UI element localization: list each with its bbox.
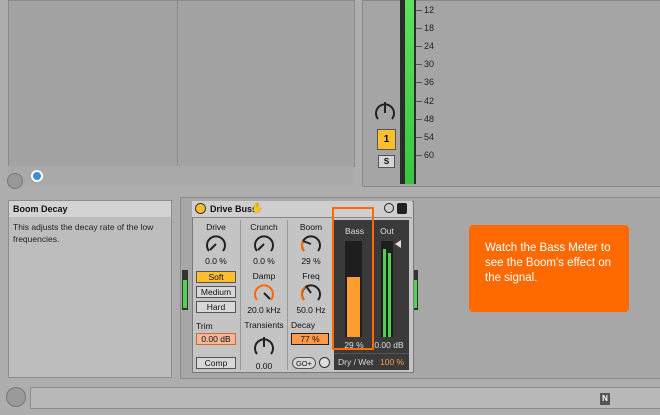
clip-fold-icon[interactable] <box>7 173 23 189</box>
help-view-icon[interactable] <box>6 387 26 407</box>
panel-footer <box>8 166 353 186</box>
boom-label: Boom <box>299 222 323 232</box>
pan-knob[interactable] <box>374 98 396 124</box>
transients-label: Transients <box>244 320 284 330</box>
boom-value: 29 % <box>301 256 321 266</box>
out-level-slider[interactable] <box>395 240 401 248</box>
trim-label: Trim <box>196 321 213 331</box>
medium-mode-button[interactable]: Medium <box>196 286 236 298</box>
db-label: 48 <box>424 113 435 124</box>
freq-knob[interactable] <box>300 282 322 304</box>
db-label: 18 <box>424 23 435 34</box>
hot-swap-icon[interactable] <box>384 203 394 213</box>
device-name: Drive Buss <box>210 204 258 214</box>
goplus-button[interactable]: GO+ <box>292 357 316 369</box>
trim-value-field[interactable]: 0.00 dB <box>196 333 236 345</box>
crunch-value: 0.0 % <box>253 256 275 266</box>
db-label: 60 <box>424 149 435 160</box>
db-tick <box>416 154 422 156</box>
db-tick <box>416 28 422 30</box>
freq-label: Freq <box>302 271 320 281</box>
device-power-icon[interactable] <box>195 203 206 214</box>
db-label: 12 <box>424 5 435 15</box>
device-indicator-icon[interactable] <box>31 170 43 182</box>
info-view: Boom Decay This adjusts the decay rate o… <box>8 200 172 378</box>
decay-value-field[interactable]: 77 % <box>291 333 329 345</box>
freq-value: 50.0 Hz <box>296 305 326 315</box>
arrangement-panel <box>8 0 355 167</box>
db-tick <box>416 46 422 48</box>
db-tick <box>416 100 422 102</box>
column-divider <box>287 220 288 370</box>
db-tick <box>416 136 422 138</box>
track-meter-fill <box>405 0 414 184</box>
save-preset-icon[interactable] <box>397 203 407 214</box>
db-label: 24 <box>424 41 435 52</box>
transients-value: 0.00 <box>255 361 273 371</box>
db-label: 54 <box>424 131 435 142</box>
chain-input-meter <box>182 270 188 310</box>
drive-value: 0.0 % <box>205 256 227 266</box>
hard-mode-button[interactable]: Hard <box>196 301 236 313</box>
drywet-value[interactable]: 100 % <box>380 357 408 367</box>
drywet-label: Dry / Wet <box>338 357 374 367</box>
damp-value: 20.0 kHz <box>247 305 281 315</box>
transients-knob[interactable] <box>253 334 275 360</box>
track-activator-button[interactable]: 1 <box>377 129 396 150</box>
crunch-knob[interactable] <box>253 233 275 255</box>
bass-meter-highlight <box>332 207 374 350</box>
tutorial-callout: Watch the Bass Meter to see the Boom's e… <box>469 225 629 312</box>
damp-knob[interactable] <box>253 282 275 304</box>
column-divider <box>240 220 241 370</box>
status-bar <box>30 387 660 409</box>
hand-icon: ✋ <box>251 203 264 214</box>
out-value: 0.00 dB <box>374 340 404 350</box>
db-tick <box>416 10 422 11</box>
panel-divider <box>177 1 178 166</box>
comp-button[interactable]: Comp <box>196 357 236 369</box>
out-meter <box>381 241 393 337</box>
boom-knob[interactable] <box>300 233 322 255</box>
decay-label: Decay <box>291 320 316 330</box>
drive-knob[interactable] <box>205 233 227 255</box>
drywet-divider <box>334 353 409 354</box>
info-title: Boom Decay <box>9 201 171 217</box>
db-label: 30 <box>424 59 435 70</box>
brand-logo: N <box>600 393 610 405</box>
soft-mode-button[interactable]: Soft <box>196 271 236 283</box>
drive-label: Drive <box>206 222 226 232</box>
info-text: This adjusts the decay rate of the low f… <box>13 222 154 244</box>
damp-label: Damp <box>252 271 276 281</box>
db-label: 42 <box>424 95 435 106</box>
db-tick <box>416 82 422 84</box>
db-tick <box>416 118 422 120</box>
out-label: Out <box>380 226 394 236</box>
db-label: 36 <box>424 77 435 88</box>
headphone-icon[interactable] <box>319 357 330 368</box>
solo-button[interactable]: S <box>378 155 395 168</box>
crunch-label: Crunch <box>250 222 278 232</box>
db-tick <box>416 64 422 66</box>
